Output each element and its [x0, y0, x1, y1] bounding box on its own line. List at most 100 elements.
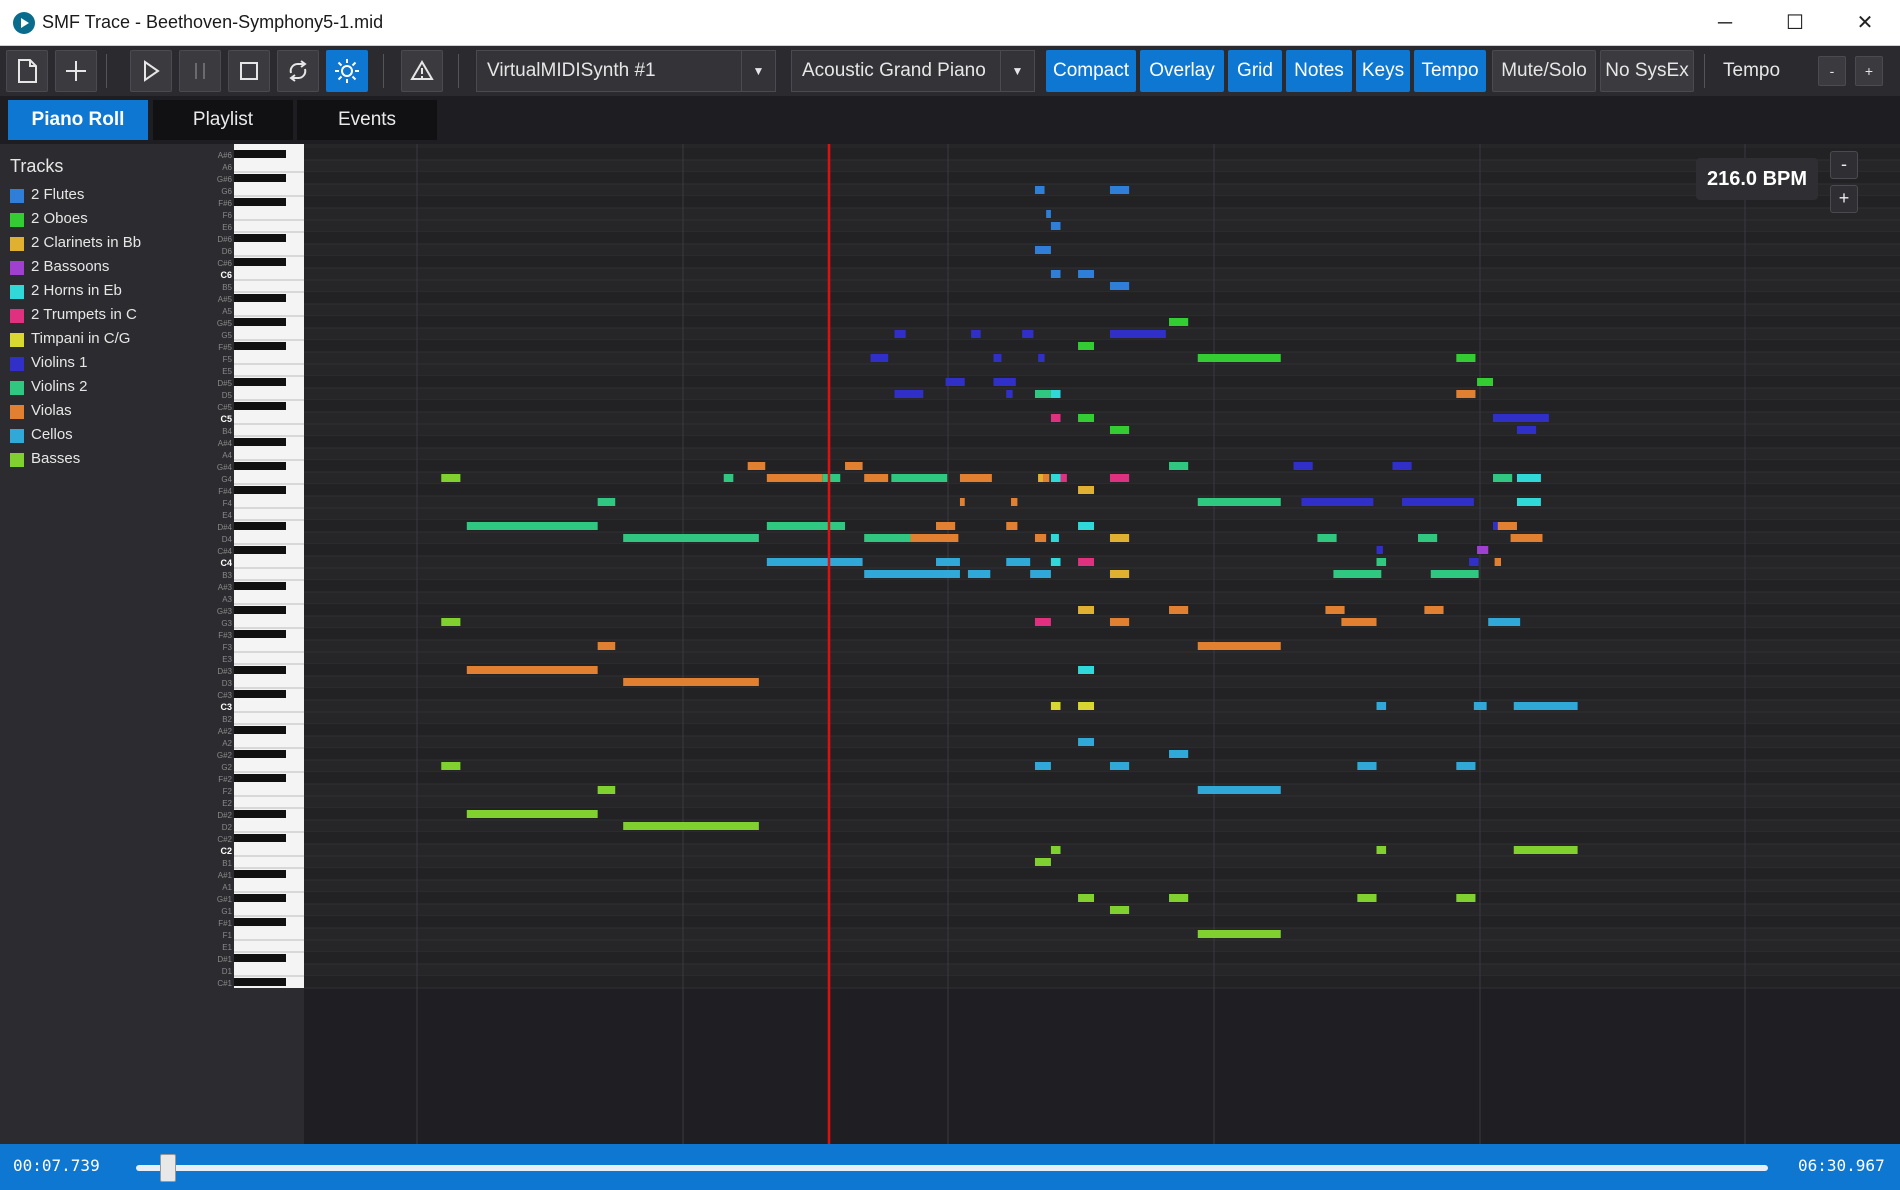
minimize-button[interactable]: ─	[1690, 0, 1760, 46]
track-item[interactable]: 2 Trumpets in C	[10, 304, 137, 326]
zoom-in-button[interactable]: +	[1830, 185, 1858, 213]
note[interactable]	[967, 570, 991, 578]
note[interactable]	[1078, 414, 1095, 422]
note[interactable]	[1473, 702, 1487, 710]
note[interactable]	[1456, 762, 1476, 770]
note[interactable]	[1078, 738, 1095, 746]
note[interactable]	[441, 474, 461, 482]
note[interactable]	[766, 558, 863, 566]
note[interactable]	[971, 330, 981, 338]
note[interactable]	[993, 378, 1016, 386]
note[interactable]	[1078, 606, 1095, 614]
note[interactable]	[1050, 846, 1061, 854]
black-key[interactable]	[234, 546, 286, 554]
note[interactable]	[1034, 618, 1051, 626]
note[interactable]	[845, 462, 863, 470]
note[interactable]	[1011, 498, 1018, 506]
note[interactable]	[1046, 210, 1051, 218]
black-key[interactable]	[234, 630, 286, 638]
note[interactable]	[766, 522, 846, 530]
midi-output-select[interactable]: VirtualMIDISynth #1 ▼	[476, 50, 776, 92]
add-button[interactable]	[55, 50, 97, 92]
note[interactable]	[1078, 894, 1095, 902]
note[interactable]	[747, 462, 766, 470]
note[interactable]	[1469, 558, 1479, 566]
note[interactable]	[1050, 534, 1059, 542]
note[interactable]	[1078, 270, 1095, 278]
black-key[interactable]	[234, 582, 286, 590]
note[interactable]	[1317, 534, 1337, 542]
black-key[interactable]	[234, 342, 286, 350]
note[interactable]	[1109, 534, 1130, 542]
piano-keyboard[interactable]: A#6 A6 G#6 G6 F#6 F6 E6 D#6 D6 C#6 C6 B5 A#5 A5 G#5 G5 F…	[204, 144, 304, 1144]
black-key[interactable]	[234, 750, 286, 758]
note[interactable]	[1038, 474, 1043, 482]
note[interactable]	[1376, 558, 1387, 566]
loop-button[interactable]	[277, 50, 319, 92]
black-key[interactable]	[234, 198, 286, 206]
note[interactable]	[1197, 786, 1281, 794]
note[interactable]	[1109, 330, 1166, 338]
note[interactable]	[623, 822, 759, 830]
note[interactable]	[1197, 642, 1281, 650]
black-key[interactable]	[234, 438, 286, 446]
note[interactable]	[1078, 666, 1095, 674]
track-item[interactable]: 2 Horns in Eb	[10, 280, 122, 302]
note[interactable]	[1376, 546, 1383, 554]
close-button[interactable]: ✕	[1830, 0, 1900, 46]
note[interactable]	[1109, 186, 1130, 194]
note[interactable]	[1022, 330, 1034, 338]
note[interactable]	[1030, 570, 1051, 578]
note[interactable]	[466, 810, 598, 818]
tempo-toggle[interactable]: Tempo	[1414, 50, 1486, 92]
note[interactable]	[1392, 462, 1412, 470]
note[interactable]	[1109, 570, 1130, 578]
note[interactable]	[864, 474, 889, 482]
track-item[interactable]: Violas	[10, 400, 72, 422]
black-key[interactable]	[234, 150, 286, 158]
note[interactable]	[1516, 498, 1541, 506]
note[interactable]	[1034, 246, 1051, 254]
note[interactable]	[1516, 474, 1541, 482]
note[interactable]	[597, 498, 616, 506]
note[interactable]	[1376, 702, 1387, 710]
black-key[interactable]	[234, 894, 286, 902]
note[interactable]	[466, 666, 598, 674]
note[interactable]	[1169, 894, 1189, 902]
black-key[interactable]	[234, 234, 286, 242]
no-sysex-toggle[interactable]: No SysEx	[1600, 50, 1694, 92]
notes-toggle[interactable]: Notes	[1286, 50, 1352, 92]
note[interactable]	[1418, 534, 1438, 542]
note-area[interactable]	[304, 144, 1900, 988]
note[interactable]	[1477, 546, 1489, 554]
note[interactable]	[623, 534, 759, 542]
note[interactable]	[1109, 426, 1130, 434]
note[interactable]	[1050, 474, 1061, 482]
piano-roll-svg[interactable]	[304, 144, 1900, 1144]
note[interactable]	[597, 642, 616, 650]
note[interactable]	[1109, 906, 1130, 914]
open-file-button[interactable]	[6, 50, 48, 92]
note[interactable]	[1078, 522, 1095, 530]
note[interactable]	[1109, 618, 1130, 626]
note[interactable]	[1038, 354, 1045, 362]
note[interactable]	[1341, 618, 1377, 626]
note[interactable]	[891, 474, 948, 482]
note[interactable]	[1169, 462, 1189, 470]
theme-toggle-button[interactable]	[326, 50, 368, 92]
stop-button[interactable]	[228, 50, 270, 92]
note[interactable]	[466, 522, 598, 530]
black-key[interactable]	[234, 978, 286, 986]
black-key[interactable]	[234, 774, 286, 782]
note[interactable]	[864, 534, 911, 542]
note[interactable]	[1050, 558, 1061, 566]
note[interactable]	[623, 678, 759, 686]
black-key[interactable]	[234, 834, 286, 842]
grid-toggle[interactable]: Grid	[1228, 50, 1282, 92]
mute-solo-toggle[interactable]: Mute/Solo	[1492, 50, 1596, 92]
note[interactable]	[1078, 702, 1095, 710]
black-key[interactable]	[234, 318, 286, 326]
black-key[interactable]	[234, 918, 286, 926]
black-key[interactable]	[234, 666, 286, 674]
note[interactable]	[1169, 318, 1189, 326]
